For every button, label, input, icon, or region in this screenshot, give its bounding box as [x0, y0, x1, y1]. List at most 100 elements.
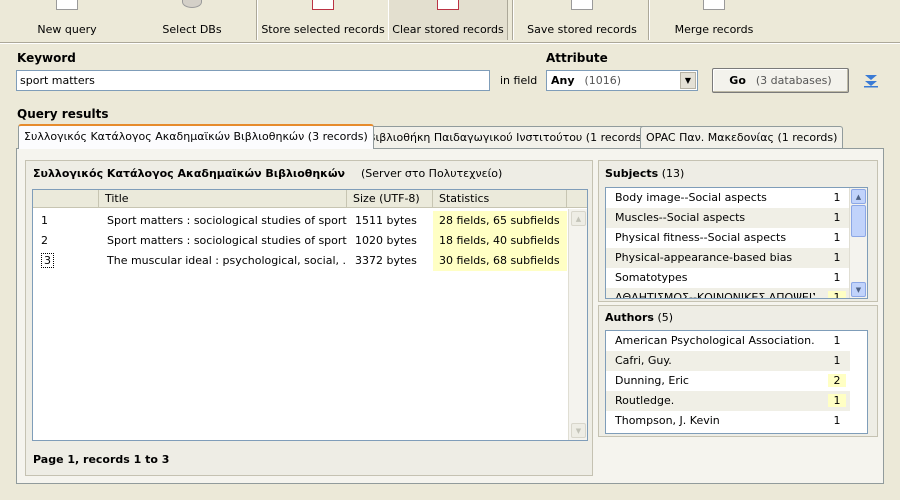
row-size: 3372 bytes — [355, 254, 417, 267]
new-query-label: New query — [37, 23, 97, 36]
go-button[interactable]: Go (3 databases) — [712, 68, 849, 93]
merge-records-button[interactable]: Merge records — [664, 0, 764, 40]
list-item[interactable]: American Psychological Association. 1 — [606, 331, 850, 351]
clear-stored-label: Clear stored records — [392, 23, 504, 36]
row-stats: 18 fields, 40 subfields — [433, 231, 567, 251]
list-item[interactable]: Physical-appearance-based bias 1 — [606, 248, 850, 268]
author-name: Routledge. — [615, 394, 675, 407]
scroll-up-icon[interactable]: ▲ — [851, 189, 866, 204]
results-scrollbar[interactable]: ▲ ▼ — [568, 209, 587, 440]
subjects-heading: Subjects (13) — [605, 167, 684, 180]
attribute-count: (1016) — [584, 74, 622, 87]
store-selected-label: Store selected records — [261, 23, 385, 36]
row-num: 1 — [41, 214, 48, 227]
new-query-button[interactable]: New query — [26, 0, 108, 40]
list-item[interactable]: Muscles--Social aspects 1 — [606, 208, 850, 228]
author-count: 1 — [833, 354, 841, 367]
authors-heading: Authors (5) — [605, 311, 673, 324]
scroll-up-icon[interactable]: ▲ — [571, 211, 586, 226]
list-item[interactable]: ΑΘΛΗΤΙΣΜΟΣ--ΚΟΙΝΩΝΙΚΕΣ ΑΠΟΨΕΙΣ 1 — [606, 288, 850, 299]
merge-records-label: Merge records — [674, 23, 754, 36]
author-count: 1 — [833, 414, 841, 427]
subject-count: 1 — [833, 271, 841, 284]
page-info: Page 1, records 1 to 3 — [33, 453, 170, 466]
row-num: 3 — [41, 253, 54, 268]
merge-icon — [703, 0, 725, 10]
author-name: Dunning, Eric — [615, 374, 689, 387]
subject-name: Muscles--Social aspects — [615, 211, 746, 224]
authors-count: (5) — [657, 311, 674, 324]
row-size: 1020 bytes — [355, 234, 417, 247]
list-item[interactable]: Dunning, Eric 2 — [606, 371, 850, 391]
subject-name: Somatotypes — [615, 271, 688, 284]
subject-count: 1 — [833, 251, 841, 264]
scroll-down-icon[interactable]: ▼ — [571, 423, 586, 438]
list-item[interactable]: Routledge. 1 — [606, 391, 850, 411]
subjects-count: (13) — [661, 167, 685, 180]
results-table: Title Size (UTF-8) Statistics 1 Sport ma… — [32, 189, 588, 441]
sort-icon[interactable] — [863, 72, 879, 88]
toolbar-separator — [256, 0, 258, 40]
query-results-label: Query results — [17, 107, 109, 121]
scroll-thumb[interactable] — [851, 205, 866, 237]
row-num: 2 — [41, 234, 48, 247]
toolbar-divider — [0, 42, 900, 44]
subject-count: 1 — [833, 191, 841, 204]
go-label: Go — [729, 74, 746, 87]
subject-count: 1 — [833, 211, 841, 224]
row-title: Sport matters : sociological studies of … — [107, 214, 347, 227]
subject-name: Physical fitness--Social aspects — [615, 231, 787, 244]
row-stats: 30 fields, 68 subfields — [433, 251, 567, 271]
row-num-focused: 3 — [35, 251, 95, 271]
table-row[interactable]: 3 The muscular ideal : psychological, so… — [33, 251, 568, 271]
tab-syllogikos[interactable]: Συλλογικός Κατάλογος Ακαδημαϊκών Βιβλιοθ… — [18, 124, 374, 149]
chevron-down-icon[interactable]: ▼ — [680, 72, 696, 89]
subject-count: 1 — [833, 231, 841, 244]
store-selected-button[interactable]: Store selected records — [260, 0, 386, 40]
clear-icon — [437, 0, 459, 10]
authors-list: American Psychological Association. 1 Ca… — [605, 330, 868, 434]
results-server: (Server στο Πολυτεχνείο) — [361, 167, 503, 180]
table-row[interactable]: 2 Sport matters : sociological studies o… — [33, 231, 568, 251]
header-num[interactable] — [33, 190, 99, 208]
tab-opac-makedonias[interactable]: OPAC Παν. Μακεδονίας (1 records) — [640, 126, 844, 148]
author-count: 1 — [828, 394, 846, 407]
toolbar-separator — [512, 0, 514, 40]
attribute-label: Attribute — [546, 51, 608, 65]
author-count: 1 — [833, 334, 841, 347]
subject-name: ΑΘΛΗΤΙΣΜΟΣ--ΚΟΙΝΩΝΙΚΕΣ ΑΠΟΨΕΙΣ — [615, 291, 815, 299]
new-document-icon — [56, 0, 78, 10]
select-dbs-button[interactable]: Select DBs — [150, 0, 234, 40]
store-icon — [312, 0, 334, 10]
author-count: 2 — [828, 374, 846, 387]
save-stored-label: Save stored records — [527, 23, 637, 36]
tab-paidagogiko[interactable]: Βιβλιοθήκη Παιδαγωγικού Ινστιτούτου (1 r… — [362, 126, 652, 148]
go-databases: (3 databases) — [755, 74, 832, 87]
author-name: Thompson, J. Kevin — [615, 414, 720, 427]
list-item[interactable]: Thompson, J. Kevin 1 — [606, 411, 850, 431]
row-title: Sport matters : sociological studies of … — [107, 234, 347, 247]
toolbar: New query Select DBs Store selected reco… — [0, 0, 900, 42]
subjects-scrollbar[interactable]: ▲ ▼ — [849, 188, 867, 298]
header-statistics[interactable]: Statistics — [433, 190, 567, 208]
row-stats: 28 fields, 65 subfields — [433, 211, 567, 231]
keyword-input[interactable]: sport matters — [16, 70, 490, 91]
list-item[interactable]: Body image--Social aspects 1 — [606, 188, 850, 208]
subject-name: Body image--Social aspects — [615, 191, 767, 204]
list-item[interactable]: Somatotypes 1 — [606, 268, 850, 288]
save-stored-button[interactable]: Save stored records — [522, 0, 642, 40]
subject-name: Physical-appearance-based bias — [615, 251, 793, 264]
save-icon — [571, 0, 593, 10]
list-item[interactable]: Cafri, Guy. 1 — [606, 351, 850, 371]
in-field-label: in field — [500, 74, 538, 87]
row-size: 1511 bytes — [355, 214, 417, 227]
header-title[interactable]: Title — [99, 190, 347, 208]
table-row[interactable]: 1 Sport matters : sociological studies o… — [33, 211, 568, 231]
clear-stored-button[interactable]: Clear stored records — [388, 0, 508, 40]
scroll-down-icon[interactable]: ▼ — [851, 282, 866, 297]
author-name: American Psychological Association. — [615, 334, 815, 347]
results-header: Title Size (UTF-8) Statistics — [33, 190, 587, 208]
header-size[interactable]: Size (UTF-8) — [347, 190, 433, 208]
attribute-select[interactable]: Any (1016) ▼ — [546, 70, 698, 91]
list-item[interactable]: Physical fitness--Social aspects 1 — [606, 228, 850, 248]
